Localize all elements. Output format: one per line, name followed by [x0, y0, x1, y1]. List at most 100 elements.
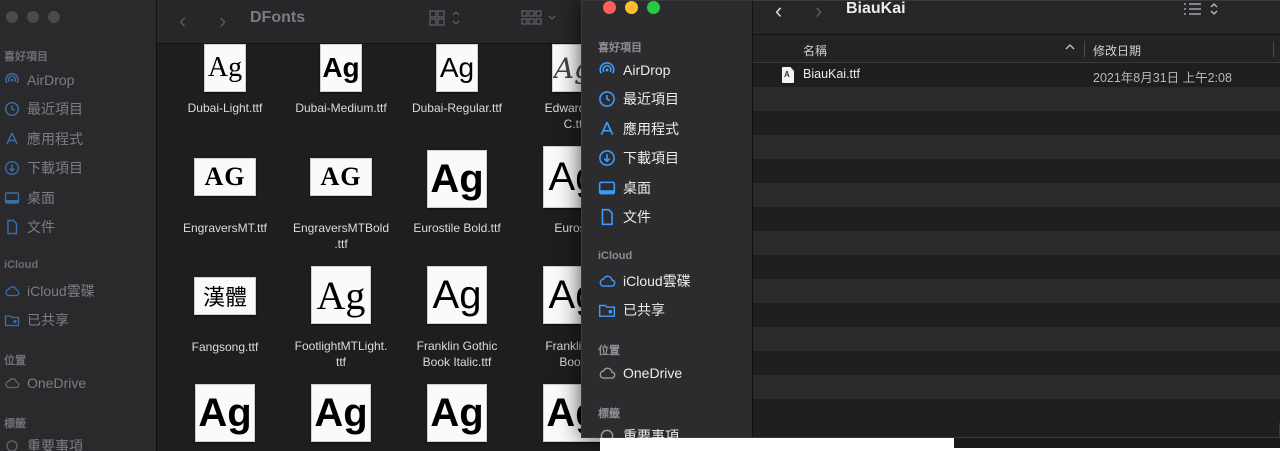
file-item[interactable]: Ag Dubai-Regular.ttf: [399, 44, 515, 116]
airdrop-icon: [4, 72, 20, 88]
file-item[interactable]: 漢體 Fangsong.ttf: [167, 277, 283, 355]
sidebar-item-label: 文件: [27, 219, 55, 235]
background-window-edge: [954, 438, 1280, 448]
shared-folder-icon: [598, 301, 616, 319]
empty-row: [753, 327, 1280, 351]
icon-grid-icon: [429, 10, 460, 26]
empty-row: [753, 183, 1280, 207]
font-preview-thumbnail: Ag: [195, 384, 255, 442]
sidebar-item-icloud-drive[interactable]: iCloud雲碟: [4, 280, 95, 302]
view-mode-button[interactable]: [429, 9, 465, 32]
file-item[interactable]: Ag Dubai-Medium.ttf: [283, 44, 399, 116]
sidebar-item-downloads[interactable]: 下載項目: [4, 157, 83, 179]
sidebar-item-recents[interactable]: 最近項目: [598, 87, 679, 111]
document-icon: [4, 219, 20, 235]
list-view-icon: [1184, 3, 1218, 15]
back-button[interactable]: ‹: [775, 0, 782, 24]
back-button[interactable]: ‹: [179, 8, 186, 34]
view-mode-button[interactable]: [1183, 1, 1221, 22]
file-name: FootlightMTLight. ttf: [294, 339, 388, 369]
desktop-icon: [4, 190, 20, 206]
empty-row: [753, 135, 1280, 159]
sidebar-section-icloud: iCloud: [598, 250, 633, 262]
group-grid-icon: [521, 10, 556, 25]
sidebar-item-shared[interactable]: 已共享: [4, 309, 69, 331]
file-name: Dubai-Regular.ttf: [411, 101, 503, 115]
file-item[interactable]: AG EngraversMTBold .ttf: [283, 158, 399, 252]
sidebar-item-downloads[interactable]: 下載項目: [598, 146, 679, 170]
sidebar-section-locations: 位置: [598, 345, 620, 357]
font-preview-thumbnail: Ag: [427, 384, 487, 442]
zoom-window-button[interactable]: [647, 1, 660, 14]
sidebar-item-airdrop[interactable]: AirDrop: [4, 69, 74, 91]
file-item[interactable]: Ag FootlightMTLight. ttf: [283, 266, 399, 370]
close-window-button[interactable]: [603, 1, 616, 14]
file-item[interactable]: Ag Eurostile Bold.ttf: [399, 150, 515, 236]
sidebar-item-label: 文件: [623, 209, 651, 225]
font-preview-thumbnail: Ag: [311, 266, 371, 324]
sidebar-item-airdrop[interactable]: AirDrop: [598, 58, 670, 82]
sidebar-section-tags: 標籤: [4, 418, 26, 430]
font-preview-thumbnail: Ag: [311, 384, 371, 442]
column-divider[interactable]: [1084, 41, 1085, 57]
file-name: EngraversMT.ttf: [182, 221, 268, 235]
toolbar: ‹ › DFonts: [157, 0, 600, 44]
font-preview-thumbnail: AG: [310, 158, 372, 196]
file-item[interactable]: Ag Dubai-Light.ttf: [167, 44, 283, 116]
close-window-button[interactable]: [6, 11, 18, 23]
sidebar: 喜好項目 AirDrop 最近項目 應用程式 下載項目 桌面 文件 iCloud: [0, 0, 157, 451]
main-content: ‹ › BiauKai 名稱 修改日期 BiauKai.ttf 2021年8月3…: [753, 0, 1280, 439]
table-row[interactable]: BiauKai.ttf 2021年8月31日 上午2:08: [753, 63, 1280, 87]
file-item[interactable]: Ag: [283, 384, 399, 442]
forward-button[interactable]: ›: [815, 0, 822, 24]
sidebar-item-label: iCloud雲碟: [623, 273, 691, 289]
sidebar-item-documents[interactable]: 文件: [4, 216, 55, 238]
sidebar-item-documents[interactable]: 文件: [598, 205, 651, 229]
cloud-icon: [4, 283, 20, 299]
file-modified-date: 2021年8月31日 上午2:08: [1093, 71, 1232, 85]
sidebar-item-onedrive[interactable]: OneDrive: [4, 372, 86, 394]
file-list: BiauKai.ttf 2021年8月31日 上午2:08: [753, 63, 1280, 439]
empty-row: [753, 207, 1280, 231]
sidebar-item-desktop[interactable]: 桌面: [4, 187, 55, 209]
sidebar-section-tags: 標籤: [598, 408, 620, 420]
column-header-date-modified[interactable]: 修改日期: [1093, 42, 1141, 59]
sidebar-item-label: 桌面: [623, 180, 651, 196]
sidebar-item-onedrive[interactable]: OneDrive: [598, 361, 682, 385]
sidebar-item-label: OneDrive: [623, 365, 683, 381]
sidebar-item-desktop[interactable]: 桌面: [598, 176, 651, 200]
minimize-window-button[interactable]: [625, 1, 638, 14]
sidebar-item-applications[interactable]: 應用程式: [4, 128, 83, 150]
sidebar-item-label: 應用程式: [623, 121, 679, 137]
sidebar-item-shared[interactable]: 已共享: [598, 298, 665, 322]
empty-row: [753, 399, 1280, 423]
sidebar-item-icloud-drive[interactable]: iCloud雲碟: [598, 269, 691, 293]
font-preview-thumbnail: AG: [194, 158, 256, 196]
empty-row: [753, 255, 1280, 279]
file-item[interactable]: Ag Franklin Gothic Book Italic.ttf: [399, 266, 515, 370]
window-title: BiauKai: [846, 0, 906, 17]
sidebar-item-label: 重要事項: [27, 438, 83, 451]
font-preview-thumbnail: Ag: [436, 44, 478, 92]
column-header-name[interactable]: 名稱: [803, 42, 827, 59]
apps-icon: [598, 120, 616, 138]
file-name: Franklin Gothic Book Italic.ttf: [416, 339, 498, 369]
sidebar-item-tag-important[interactable]: 重要事項: [4, 435, 83, 451]
sidebar-item-applications[interactable]: 應用程式: [598, 117, 679, 141]
minimize-window-button[interactable]: [27, 11, 39, 23]
file-item[interactable]: Ag: [167, 384, 283, 442]
sidebar-item-label: OneDrive: [27, 375, 87, 391]
file-item[interactable]: Ag: [399, 384, 515, 442]
group-by-button[interactable]: [521, 9, 559, 32]
sidebar-item-recents[interactable]: 最近項目: [4, 98, 83, 120]
zoom-window-button[interactable]: [48, 11, 60, 23]
column-divider[interactable]: [1273, 41, 1274, 57]
file-item[interactable]: AG EngraversMT.ttf: [167, 158, 283, 236]
file-icon-grid: Ag Dubai-Light.ttf Ag Dubai-Medium.ttf A…: [157, 44, 600, 451]
download-icon: [4, 160, 20, 176]
forward-button[interactable]: ›: [219, 8, 226, 34]
sort-ascending-icon[interactable]: [1065, 41, 1075, 55]
empty-row: [753, 159, 1280, 183]
sidebar-item-label: 已共享: [27, 312, 69, 328]
sidebar-section-favorites: 喜好項目: [598, 42, 642, 54]
